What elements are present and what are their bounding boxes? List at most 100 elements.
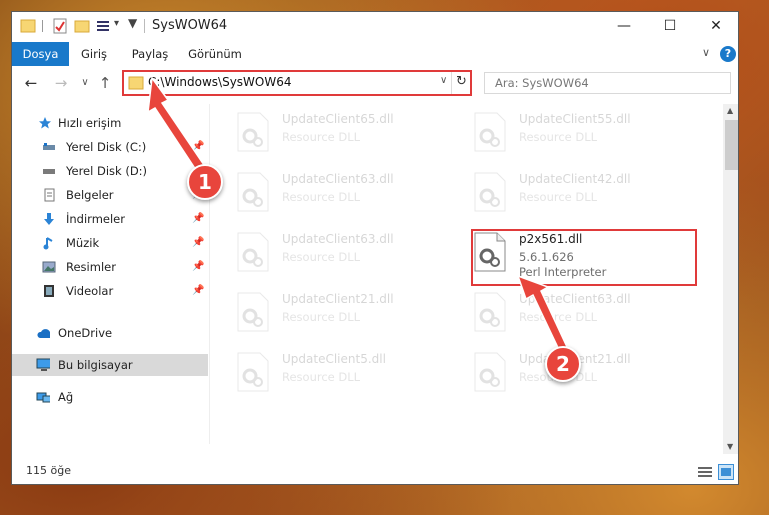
pictures-icon — [42, 261, 56, 273]
separator — [144, 19, 145, 33]
dll-file-icon — [237, 232, 269, 272]
address-bar[interactable]: C:\Windows\SysWOW64 ∨ ↻ — [122, 70, 472, 96]
sidebar-item-label: Müzik — [66, 236, 100, 250]
sidebar-item-onedrive[interactable]: OneDrive — [12, 322, 208, 344]
sidebar-item-label: Resimler — [66, 260, 116, 274]
recent-locations-button[interactable]: ∨ — [76, 74, 94, 92]
sidebar-item-label: İndirmeler — [66, 212, 125, 226]
sidebar-item-label: Belgeler — [66, 188, 114, 202]
search-placeholder: Ara: SysWOW64 — [495, 76, 589, 90]
pane-divider — [209, 104, 210, 444]
ribbon-tabs: Dosya Giriş Paylaş Görünüm ∨ ? — [12, 42, 738, 66]
computer-icon — [36, 358, 50, 371]
address-dropdown-icon[interactable]: ∨ — [440, 75, 447, 86]
file-item[interactable]: UpdateClient5.dll Resource DLL — [236, 348, 446, 398]
explorer-window: ▾ ▼ SysWOW64 — ☐ ✕ Dosya Giriş Paylaş Gö… — [11, 11, 739, 485]
sidebar-item-quick-access[interactable]: Hızlı erişim — [12, 112, 208, 134]
back-button[interactable]: ← — [22, 74, 40, 92]
scroll-down-icon[interactable]: ▼ — [727, 442, 733, 451]
file-description: Resource DLL — [519, 130, 598, 144]
up-button[interactable]: ↑ — [96, 74, 114, 92]
sidebar-item-label: Bu bilgisayar — [58, 358, 133, 372]
new-folder-icon[interactable] — [74, 18, 90, 34]
sidebar-item-label: Videolar — [66, 284, 114, 298]
dll-file-icon — [237, 292, 269, 332]
tab-gorunum[interactable]: Görünüm — [184, 42, 246, 66]
qa-customize-arrow-icon[interactable]: ▼ — [128, 16, 137, 30]
maximize-button[interactable]: ☐ — [647, 12, 693, 40]
file-item[interactable]: UpdateClient63.dll Resource DLL — [236, 168, 446, 218]
file-description: Resource DLL — [282, 370, 361, 384]
sidebar-item-label: Ağ — [58, 390, 74, 404]
file-item[interactable]: UpdateClient21.dll Resource DLL — [236, 288, 446, 338]
pin-icon[interactable]: 📌 — [192, 136, 204, 158]
pin-icon[interactable]: 📌 — [192, 280, 204, 302]
customize-icon[interactable] — [96, 18, 112, 34]
pin-icon[interactable]: 📌 — [192, 256, 204, 278]
file-item[interactable]: UpdateClient55.dll Resource DLL — [473, 108, 683, 158]
scroll-up-icon[interactable]: ▲ — [727, 106, 733, 115]
sidebar-item-documents[interactable]: Belgeler 📌 — [12, 184, 208, 206]
sidebar-item-videos[interactable]: Videolar 📌 — [12, 280, 208, 302]
file-name: UpdateClient63.dll — [519, 292, 631, 306]
file-name: UpdateClient42.dll — [519, 172, 631, 186]
minimize-button[interactable]: — — [601, 12, 647, 40]
file-item[interactable]: UpdateClient63.dll Resource DLL — [236, 228, 446, 278]
sidebar-item-disk-d[interactable]: Yerel Disk (D:) — [12, 160, 208, 182]
sidebar-item-label: OneDrive — [58, 326, 113, 340]
download-icon — [44, 213, 54, 225]
scroll-thumb[interactable] — [725, 120, 738, 170]
file-name: UpdateClient65.dll — [282, 112, 394, 126]
cloud-icon — [37, 329, 50, 338]
sidebar-item-disk-c[interactable]: Yerel Disk (C:) 📌 — [12, 136, 208, 158]
file-description: Resource DLL — [282, 250, 361, 264]
address-path[interactable]: C:\Windows\SysWOW64 — [148, 75, 292, 89]
annotation-badge-2: 2 — [545, 346, 581, 382]
properties-icon[interactable] — [52, 18, 68, 34]
file-name: UpdateClient63.dll — [282, 232, 394, 246]
search-input[interactable]: Ara: SysWOW64 — [484, 72, 731, 94]
sidebar-item-network[interactable]: Ağ — [12, 386, 208, 408]
drive-icon — [43, 143, 55, 150]
dll-file-icon — [237, 352, 269, 392]
sidebar-item-downloads[interactable]: İndirmeler 📌 — [12, 208, 208, 230]
vertical-scrollbar[interactable]: ▲ ▼ — [723, 104, 738, 454]
close-button[interactable]: ✕ — [693, 12, 738, 40]
file-name: UpdateClient55.dll — [519, 112, 631, 126]
file-item[interactable]: UpdateClient63.dll Resource DLL — [473, 288, 683, 338]
sidebar-item-pictures[interactable]: Resimler 📌 — [12, 256, 208, 278]
file-description: Resource DLL — [282, 190, 361, 204]
qa-dropdown-icon[interactable]: ▾ — [114, 18, 119, 29]
details-view-icon[interactable] — [698, 466, 712, 478]
file-description: Resource DLL — [519, 310, 598, 324]
help-icon[interactable]: ? — [720, 46, 736, 62]
pin-icon[interactable]: 📌 — [192, 232, 204, 254]
refresh-icon[interactable]: ↻ — [456, 74, 467, 89]
sidebar-item-this-pc[interactable]: Bu bilgisayar — [12, 354, 208, 376]
tab-dosya[interactable]: Dosya — [12, 42, 69, 66]
file-item[interactable]: UpdateClient42.dll Resource DLL — [473, 168, 683, 218]
sidebar-item-music[interactable]: Müzik 📌 — [12, 232, 208, 254]
dll-file-icon — [474, 352, 506, 392]
videos-icon — [44, 285, 54, 297]
ribbon-expand-icon[interactable]: ∨ — [702, 46, 710, 59]
file-description: Resource DLL — [282, 310, 361, 324]
navigation-pane: Hızlı erişim Yerel Disk (C:) 📌 Yerel Dis… — [12, 104, 208, 454]
documents-icon — [44, 188, 55, 202]
sidebar-item-label: Yerel Disk (D:) — [66, 164, 148, 178]
tab-paylas[interactable]: Paylaş — [124, 42, 176, 66]
large-icons-view-icon[interactable] — [718, 464, 734, 480]
pin-icon[interactable]: 📌 — [192, 208, 204, 230]
network-icon — [36, 392, 50, 403]
folder-icon[interactable] — [20, 18, 36, 34]
sidebar-item-label: Yerel Disk (C:) — [66, 140, 147, 154]
forward-button[interactable]: → — [52, 74, 70, 92]
dll-file-icon — [474, 172, 506, 212]
dll-file-icon — [237, 112, 269, 152]
dll-file-icon — [474, 292, 506, 332]
file-item[interactable]: UpdateClient65.dll Resource DLL — [236, 108, 446, 158]
tab-giris[interactable]: Giriş — [74, 42, 114, 66]
dll-file-icon — [237, 172, 269, 212]
music-icon — [43, 237, 53, 250]
file-highlight-box — [471, 229, 697, 286]
